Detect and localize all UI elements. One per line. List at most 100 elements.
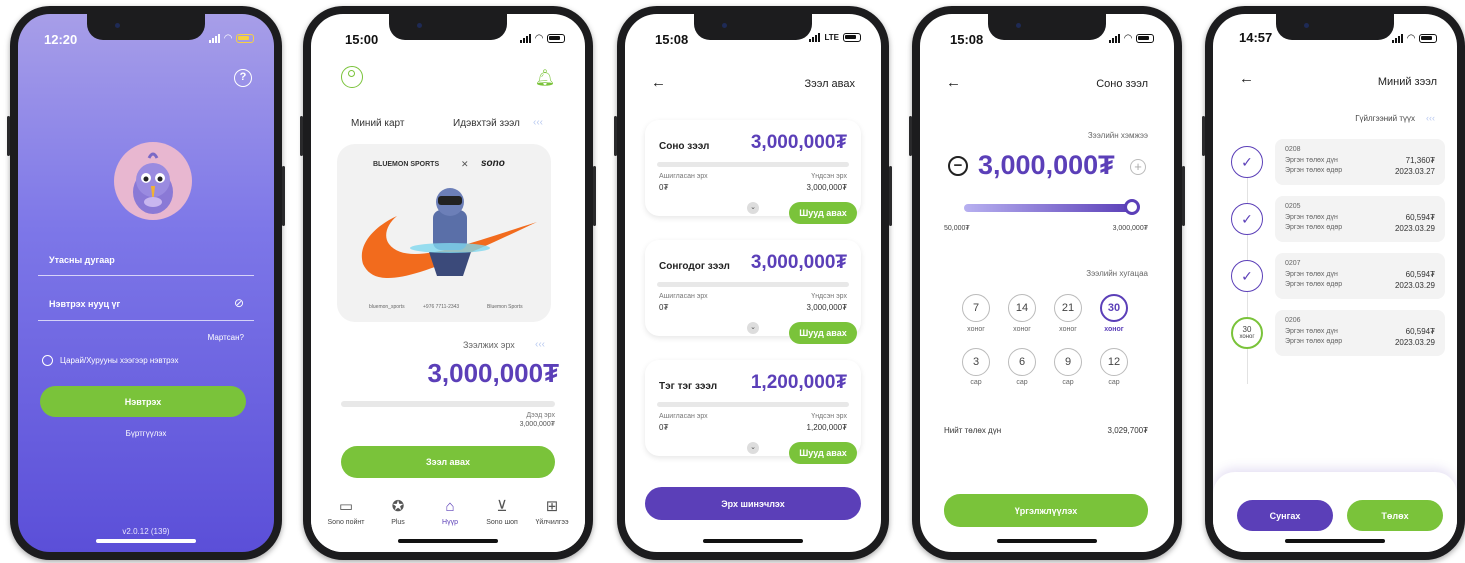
loan-usage-bar [657,282,849,287]
tab-my-card[interactable]: Миний карт [351,118,404,129]
expand-chevron-icon[interactable]: ⌄ [747,322,759,334]
back-arrow-icon[interactable]: ← [651,74,666,91]
term-option-7[interactable]: 7 [962,294,990,322]
nav-services[interactable]: ⊞ Үйлчилгээ [527,497,577,526]
bluemon-card[interactable]: BLUEMON SPORTS ✕ sono bluemon_sports +97… [337,144,551,322]
base-label: Үндсэн эрх [811,293,847,300]
nav-plus[interactable]: ✪ Plus [373,497,423,526]
eye-off-icon[interactable]: ⊘ [234,296,244,310]
phone-loan-detail: 15:08 ◠ ← Соно зээл Зээлийн хэмжээ − 3,0… [909,6,1185,560]
expand-chevron-icon[interactable]: ⌄ [747,442,759,454]
term-option-21[interactable]: 21 [1054,294,1082,322]
nike-swoosh-mascot-icon [361,188,537,279]
calendar-icon: ▭ [338,498,354,515]
term-option-9m[interactable]: 9 [1054,348,1082,376]
used-value: 0₮ [659,183,669,192]
back-arrow-icon[interactable]: ← [946,74,961,91]
loan-card-songodog[interactable]: Сонгодог зээл 3,000,000₮ Ашигласан эрх 0… [645,240,861,344]
term-option-14[interactable]: 14 [1008,294,1036,322]
term-unit: сар [1016,379,1028,386]
plus-badge-icon: ✪ [391,498,405,515]
nav-sono-shop[interactable]: ⊻ Sono шоп [477,497,527,526]
history-item[interactable]: 0206 Эргэн төлөх дүн Эргэн төлөх өдөр 60… [1275,310,1445,356]
loan-amount: 3,000,000₮ [750,132,847,153]
nav-home[interactable]: ⌂ Нүүр [425,498,475,526]
base-value: 3,000,000₮ [806,183,847,192]
home-icon: ⌂ [445,498,455,515]
phone-number-label[interactable]: Утасны дугаар [49,255,115,265]
loan-card-teg-teg[interactable]: Тэг тэг зээл 1,200,000₮ Ашигласан эрх 0₮… [645,360,861,464]
card-footer-phone: +976 7711-2343 [423,304,460,310]
notch [1276,14,1394,40]
term-option-12m[interactable]: 12 [1100,348,1128,376]
history-code: 0208 [1285,146,1301,153]
profile-icon[interactable] [341,66,363,88]
term-option-30[interactable]: 30 [1100,294,1128,322]
loan-amount: 3,000,000₮ [750,252,847,273]
expand-chevron-icon[interactable]: ⌄ [747,202,759,214]
nav-sono-point[interactable]: ▭ Sono пойнт [321,497,371,526]
base-value: 3,000,000₮ [806,303,847,312]
battery-icon [1136,34,1154,43]
decrease-icon[interactable]: − [948,156,968,176]
continue-button[interactable]: Үргэлжлүүлэх [944,494,1148,527]
base-label: Үндсэн эрх [811,173,847,180]
term-unit: сар [1062,379,1074,386]
password-field[interactable] [38,320,254,321]
instant-loan-button[interactable]: Шууд авах [789,202,857,224]
term-unit: хоног [967,326,985,333]
pending-days-badge: 30 хоног [1231,317,1263,349]
amount-slider[interactable] [964,204,1132,212]
extend-button[interactable]: Сунгах [1237,500,1333,531]
loan-list-screen: 15:08 LTE ← Зээл авах Соно зээл 3,000,00… [625,14,881,552]
history-item[interactable]: 0205 Эргэн төлөх дүн Эргэн төлөх өдөр 60… [1275,196,1445,242]
term-option-3m[interactable]: 3 [962,348,990,376]
history-code: 0206 [1285,317,1301,324]
status-time: 14:57 [1239,30,1273,45]
home-indicator [1285,539,1385,543]
home-indicator [96,539,196,543]
loan-card-sono[interactable]: Соно зээл 3,000,000₮ Ашигласан эрх 0₮ Үн… [645,120,861,224]
phone-number-field[interactable] [38,275,254,276]
back-arrow-icon[interactable]: ← [1239,70,1254,87]
max-label: Дээд эрх [526,412,555,419]
register-link[interactable]: Бүртгүүлэх [18,429,274,438]
biometric-label: Царай/Хурууны хээгээр нэвтрэх [60,356,179,365]
password-label[interactable]: Нэвтрэх нууц үг [49,299,120,309]
help-icon[interactable]: ? [234,69,252,87]
card-footer-facebook: Bluemon Sports [487,304,523,310]
slider-handle[interactable] [1124,199,1140,215]
bell-icon[interactable]: 🔔︎ [535,68,555,88]
instant-loan-button[interactable]: Шууд авах [789,322,857,344]
phone-login: 12:20 ◠ ? Утасны дугаар Нэвтрэх нууц үг … [7,6,285,560]
login-button[interactable]: Нэвтрэх [40,386,246,417]
total-value: 3,029,700₮ [1107,426,1148,435]
history-label-amount: Эргэн төлөх дүн [1285,214,1338,221]
history-item[interactable]: 0208 Эргэн төлөх дүн Эргэн төлөх өдөр 71… [1275,139,1445,185]
history-label: Гүйлгээний түүх [1355,114,1415,123]
loan-amount: 3,000,000₮ [978,150,1115,180]
get-loan-button[interactable]: Зээл авах [341,446,555,478]
limit-label: Зээлжих эрх [463,340,515,350]
tab-active-loan[interactable]: Идэвхтэй зээл [453,118,520,129]
paid-check-icon: ✓ [1231,203,1263,235]
forgot-password-link[interactable]: Мартсан? [208,333,244,342]
status-icons: ◠ [520,33,565,44]
refresh-limit-button[interactable]: Эрх шинэчлэх [645,487,861,520]
wifi-icon: ◠ [1407,33,1415,44]
term-option-6m[interactable]: 6 [1008,348,1036,376]
history-item[interactable]: 0207 Эргэн төлөх дүн Эргэн төлөх өдөр 60… [1275,253,1445,299]
instant-loan-button[interactable]: Шууд авах [789,442,857,464]
loan-name: Соно зээл [659,141,710,152]
pay-button[interactable]: Төлөх [1347,500,1443,531]
page-title: Соно зээл [1096,78,1148,90]
signal-icon [809,33,821,42]
slider-max: 3,000,000₮ [1112,225,1148,232]
chevrons-icon: ‹‹‹ [1426,113,1435,123]
loan-name: Сонгодог зээл [659,261,730,272]
history-label-date: Эргэн төлөх өдөр [1285,167,1343,174]
biometric-radio[interactable] [42,355,53,366]
page-title: Миний зээл [1377,76,1437,88]
increase-icon[interactable]: + [1130,159,1146,175]
history-amount: 60,594₮ [1405,270,1435,279]
